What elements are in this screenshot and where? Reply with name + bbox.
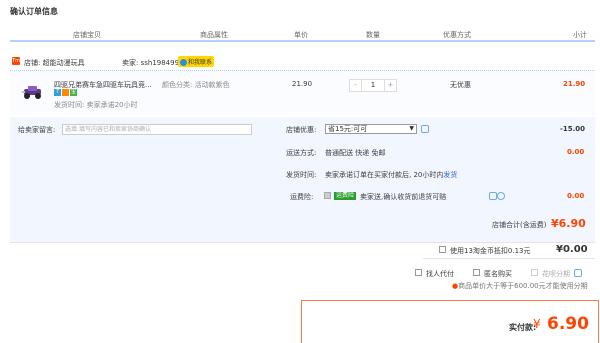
shop-name[interactable]: 店铺: 超能动漫玩具 [24, 58, 85, 68]
dropdown-arrow-icon: ▼ [409, 125, 414, 132]
product-color: 颜色分类: 活动款紫色 [162, 81, 230, 89]
product-price: 21.90 [292, 80, 313, 88]
item-discount: 无优惠 [450, 81, 471, 89]
insurance-tag: 运费险 [334, 192, 357, 200]
tmall-logo-icon: Tm [12, 57, 20, 65]
coins-checkbox[interactable] [439, 246, 446, 253]
coins-divider [423, 258, 595, 259]
deliver-link[interactable]: 发货 [443, 171, 457, 179]
insurance-help-icon[interactable] [497, 192, 505, 200]
product-thumbnail[interactable] [22, 81, 44, 101]
product-delivery: 发货时间: 卖家承诺20小时 [54, 101, 138, 109]
coupon-value: 省15元:可可 [328, 125, 368, 133]
header-subtotal: 小计 [573, 31, 587, 39]
total-divider [10, 242, 595, 243]
shop-total-amount: ¥6.90 [551, 217, 586, 230]
badge-credit-icon [62, 89, 69, 96]
contact-label: 和我联系 [188, 59, 213, 66]
message-label: 给卖家留言: [18, 126, 56, 134]
coupon-amount: -15.00 [560, 125, 586, 133]
coupon-label: 店铺优惠: [286, 126, 317, 134]
shipping-value: 普通配送 快递 免邮 [325, 149, 386, 157]
installment-label: 花呗分期 [542, 270, 570, 278]
badge-7day-icon: 7 [54, 89, 61, 96]
shipping-amount: 0.00 [567, 148, 585, 156]
pay-amount: 6.90 [547, 314, 589, 334]
coins-label: 使用13淘金币抵扣0.13元 [450, 247, 531, 255]
badge-guarantee-icon: 宝 [70, 89, 77, 96]
item-subtotal: 21.90 [563, 80, 586, 88]
pay-currency: ¥ [533, 317, 541, 331]
deliver-text: 卖家承诺订单在买家付款后, 20小时内 [325, 171, 444, 179]
header-price: 单价 [294, 31, 308, 39]
page-title: 确认订单信息 [10, 7, 58, 16]
header-qty: 数量 [366, 31, 380, 39]
agent-pay-checkbox[interactable] [415, 269, 422, 276]
coupon-info-icon[interactable] [421, 125, 429, 133]
coupon-select[interactable]: 省15元:可可 ▼ [325, 124, 417, 134]
qty-input[interactable]: 1 [361, 80, 385, 91]
deliver-value: 卖家承诺订单在买家付款后, 20小时内发货 [325, 170, 457, 180]
quantity-stepper: - 1 + [349, 79, 397, 92]
qty-plus-button[interactable]: + [385, 80, 396, 91]
installment-note: ●商品单价大于等于600.00元才能使用分期 [452, 281, 588, 291]
message-input[interactable]: 选填:填写内容已和卖家协商确认 [62, 124, 252, 135]
header-shop-item: 店铺宝贝 [73, 31, 101, 39]
seller-name[interactable]: 卖家: ssh198499 [122, 58, 179, 68]
installment-checkbox[interactable] [531, 269, 538, 276]
chat-icon [180, 59, 187, 66]
insurance-amount: 0.00 [567, 192, 585, 200]
qty-minus-button[interactable]: - [350, 80, 361, 91]
insurance-checkbox[interactable] [324, 192, 331, 199]
header-attr: 商品属性 [200, 31, 228, 39]
insurance-label: 运费险: [290, 193, 314, 201]
anonymous-checkbox[interactable] [473, 269, 480, 276]
header-discount: 优惠方式 [443, 31, 471, 39]
anonymous-label: 匿名购买 [484, 270, 512, 278]
agent-pay-label: 找人代付 [426, 270, 454, 278]
insurance-value: 卖家送,确认收货前退货可赔 [360, 193, 447, 201]
shop-total-label: 店铺合计(含运费) [492, 221, 547, 229]
installment-note-text: 商品单价大于等于600.00元才能使用分期 [458, 282, 588, 290]
insurance-chat-icon[interactable] [489, 192, 497, 200]
contact-seller-button[interactable]: 和我联系 [178, 56, 215, 67]
header-divider [10, 40, 595, 42]
deliver-label: 发货时间: [286, 171, 317, 179]
shipping-label: 运送方式: [286, 149, 317, 157]
coins-amount: ¥0.00 [556, 244, 588, 255]
installment-info-icon[interactable] [574, 269, 582, 277]
